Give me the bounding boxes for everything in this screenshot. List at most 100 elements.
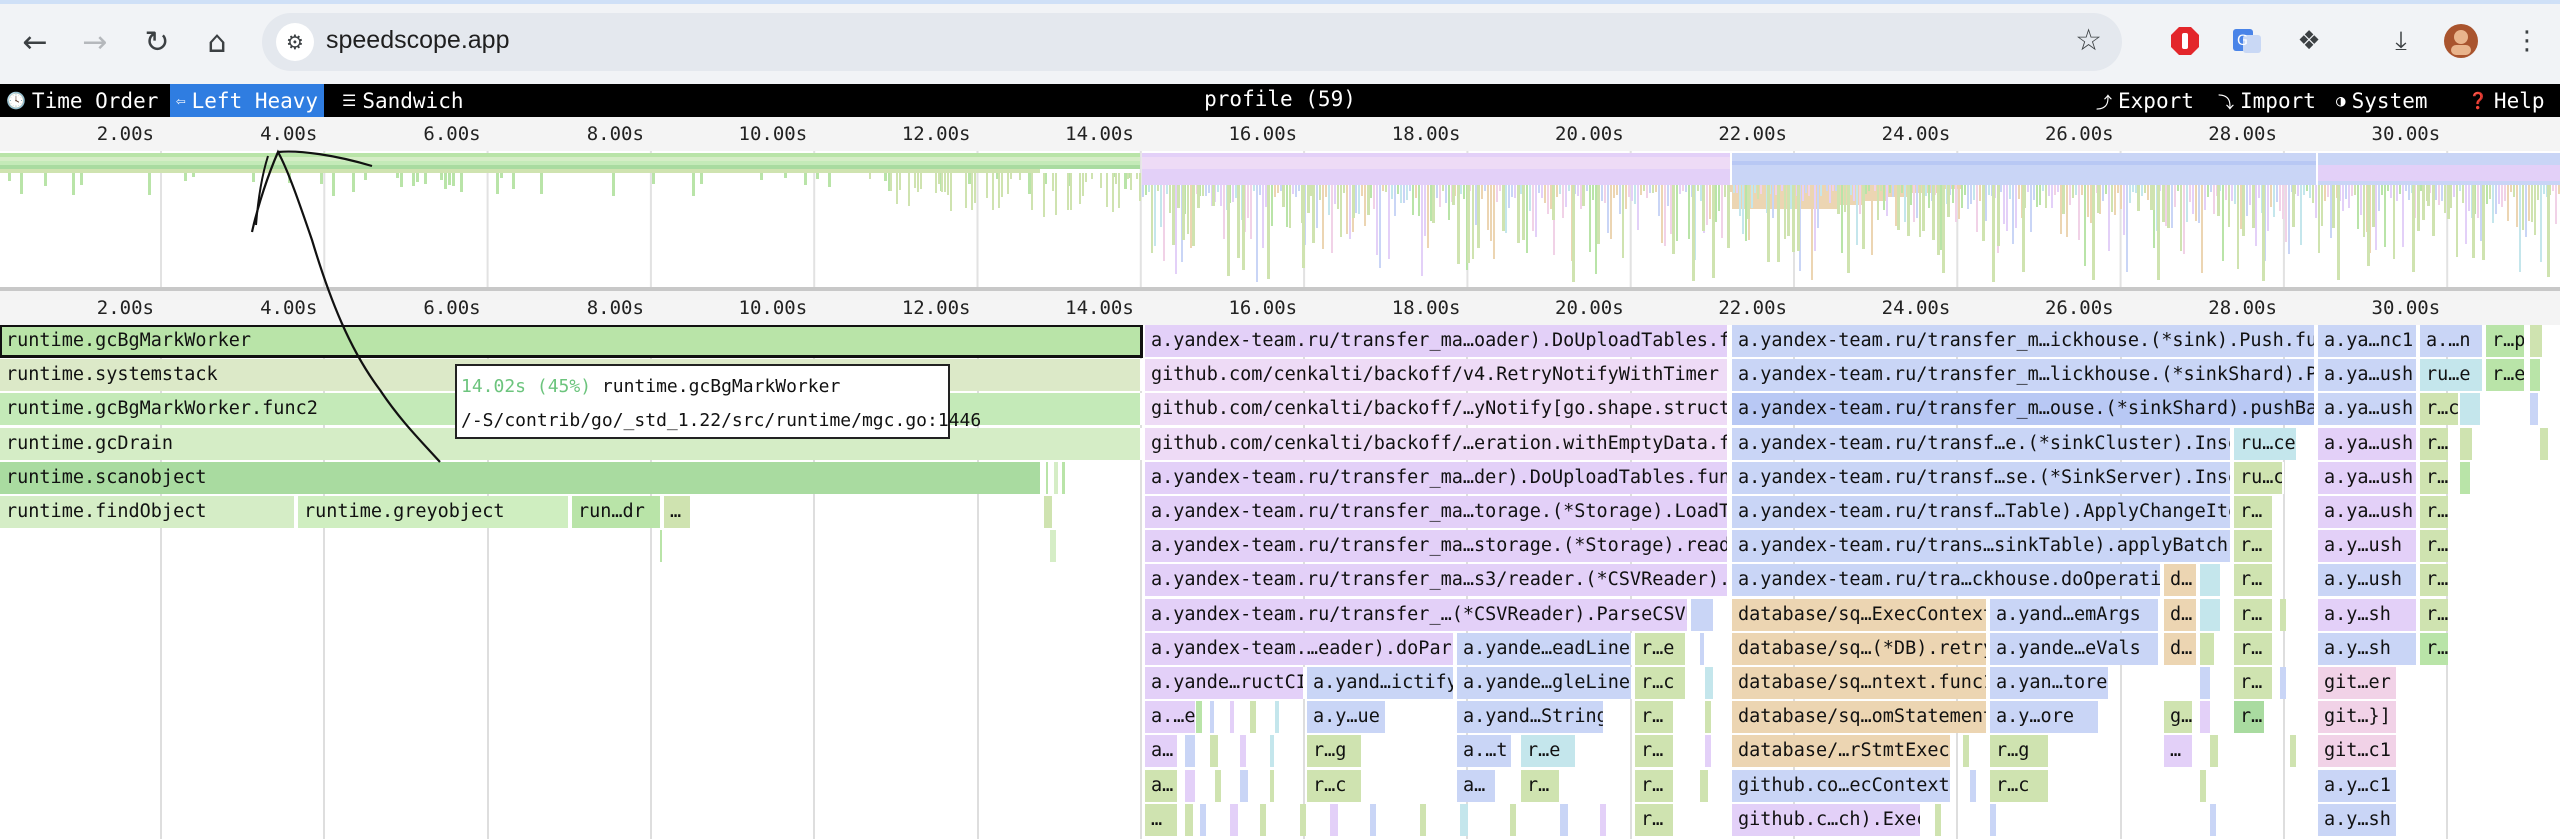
- flame-frame[interactable]: a.y…ush: [2318, 564, 2418, 596]
- flame-frame-small[interactable]: [1046, 462, 1048, 494]
- flame-frame[interactable]: a.yand…String: [1457, 701, 1605, 733]
- flame-frame[interactable]: a.yandex-team.ru/transf…Table).ApplyChan…: [1732, 496, 2232, 528]
- flame-frame-small[interactable]: [1300, 804, 1306, 836]
- flame-frame-small[interactable]: [2460, 393, 2480, 425]
- home-icon[interactable]: ⌂: [194, 19, 240, 65]
- flame-frame[interactable]: r…: [2234, 633, 2274, 665]
- flame-frame[interactable]: a.yand…ictify: [1307, 667, 1455, 699]
- flame-frame[interactable]: r…g: [1990, 735, 2050, 767]
- flame-frame-small[interactable]: [2200, 599, 2220, 631]
- flame-frame[interactable]: runtime.greyobject: [298, 496, 570, 528]
- tab-left-heavy[interactable]: ⇦ Left Heavy: [170, 84, 325, 117]
- flame-frame[interactable]: r…g: [1307, 735, 1363, 767]
- flame-frame[interactable]: a.yandex-team.ru/transfer_ma…s3/reader.(…: [1145, 564, 1729, 596]
- flame-frame-small[interactable]: [2200, 633, 2214, 665]
- flame-frame[interactable]: r…e: [1635, 633, 1687, 665]
- flame-frame[interactable]: r…c: [1307, 770, 1363, 802]
- flame-frame[interactable]: ru…ce: [2234, 428, 2298, 460]
- flame-frame-small[interactable]: [1240, 735, 1246, 767]
- reload-icon[interactable]: ↻: [134, 19, 180, 65]
- flame-frame[interactable]: a.ya…ush: [2318, 496, 2418, 528]
- flame-frame[interactable]: a.yandex-team.ru/trans…sinkTable).applyB…: [1732, 530, 2232, 562]
- flame-frame[interactable]: a.yandex-team.ru/transf…se.(*SinkServer)…: [1732, 462, 2232, 494]
- flame-frame[interactable]: r…p: [2486, 325, 2526, 357]
- flame-frame[interactable]: runtime.scanobject: [0, 462, 1042, 494]
- flamegraph[interactable]: runtime.gcBgMarkWorker a.yandex-team.ru/t…: [0, 325, 2560, 839]
- flame-frame[interactable]: r…: [2234, 564, 2274, 596]
- flame-frame[interactable]: a.yandex-team.…eader).doParse: [1145, 633, 1455, 665]
- puzzle-extensions-icon[interactable]: ❖: [2290, 22, 2328, 60]
- flame-frame[interactable]: git…er: [2318, 667, 2398, 699]
- flame-frame[interactable]: r…c: [1990, 770, 2050, 802]
- flame-frame[interactable]: [2200, 564, 2222, 596]
- flame-frame-small[interactable]: [1705, 701, 1711, 733]
- flame-frame-small[interactable]: [1230, 804, 1238, 836]
- flame-frame[interactable]: r…c: [2420, 393, 2460, 425]
- flame-frame[interactable]: a.ya…ush: [2318, 462, 2418, 494]
- flame-frame[interactable]: g…: [2164, 701, 2194, 733]
- import-button[interactable]: ⤵ Import: [2212, 84, 2322, 117]
- flame-frame[interactable]: a.…n: [2420, 325, 2484, 357]
- flame-frame-small[interactable]: [1185, 770, 1195, 802]
- flame-frame[interactable]: a.yande…eadLine: [1457, 633, 1633, 665]
- flame-frame[interactable]: r…: [2420, 599, 2450, 631]
- flame-frame-small[interactable]: [2540, 428, 2548, 460]
- flame-frame[interactable]: r…: [2420, 428, 2450, 460]
- back-arrow-icon[interactable]: ←: [12, 19, 58, 65]
- flame-frame[interactable]: r…: [2234, 496, 2274, 528]
- flame-frame-small[interactable]: [2210, 735, 2218, 767]
- flame-frame[interactable]: a.ya…nc1: [2318, 325, 2418, 357]
- flame-frame[interactable]: database/sq…ntext.func1: [1732, 667, 1988, 699]
- url-text[interactable]: speedscope.app: [326, 26, 509, 55]
- flame-frame-small[interactable]: [1200, 804, 1206, 836]
- flame-frame-small[interactable]: [1705, 667, 1713, 699]
- flame-frame[interactable]: run…dr: [572, 496, 662, 528]
- flame-frame[interactable]: a.y…sh: [2318, 599, 2418, 631]
- flame-frame-small[interactable]: [2460, 462, 2470, 494]
- flame-frame-small[interactable]: [1963, 735, 1969, 767]
- flame-frame[interactable]: r…: [1635, 701, 1675, 733]
- flame-frame-small[interactable]: [2280, 667, 2286, 699]
- flame-frame-small[interactable]: [1270, 735, 1274, 767]
- avatar[interactable]: [2442, 22, 2480, 60]
- flame-frame[interactable]: a.y…sh: [2318, 633, 2418, 665]
- flame-frame-small[interactable]: [1215, 770, 1221, 802]
- flame-frame-small[interactable]: [1420, 804, 1426, 836]
- flame-frame[interactable]: a.yandex-team.ru/transfer_m…ickhouse.(*s…: [1732, 325, 2316, 357]
- flame-frame-small[interactable]: [1510, 804, 1516, 836]
- flame-frame[interactable]: a.yand…emArgs: [1990, 599, 2160, 631]
- flame-frame[interactable]: a.yandex-team.ru/transfer_…(*CSVReader).…: [1145, 599, 1689, 631]
- flame-frame[interactable]: r…: [2420, 633, 2450, 665]
- flame-frame[interactable]: a.yandex-team.ru/transfer_ma…oader).DoUp…: [1145, 325, 1729, 357]
- flame-frame[interactable]: git…c1: [2318, 735, 2398, 767]
- system-theme-button[interactable]: ◑ System: [2330, 84, 2434, 117]
- forward-arrow-icon[interactable]: →: [72, 19, 118, 65]
- flame-frame-small[interactable]: [1460, 804, 1468, 836]
- flame-frame[interactable]: database/sq…(*DB).retry: [1732, 633, 1988, 665]
- flame-frame[interactable]: r…c: [1635, 667, 1687, 699]
- flame-frame-small[interactable]: [1970, 770, 1976, 802]
- flame-frame-small[interactable]: [1935, 804, 1941, 836]
- flame-frame-small[interactable]: [2530, 325, 2542, 357]
- flame-frame[interactable]: [1691, 599, 1715, 631]
- flame-frame[interactable]: a.y…c1: [2318, 770, 2398, 802]
- tab-time-order[interactable]: 🕓 Time Order: [0, 84, 164, 117]
- help-button[interactable]: ❓ Help: [2462, 84, 2551, 117]
- flame-frame[interactable]: r…e: [1521, 735, 1577, 767]
- flame-frame[interactable]: ru…e: [2420, 359, 2484, 391]
- flame-frame[interactable]: a…: [1145, 735, 1179, 767]
- flame-frame[interactable]: a.yandex-team.ru/transfer_m…lickhouse.(*…: [1732, 359, 2316, 391]
- flame-frame-small[interactable]: [2530, 393, 2538, 425]
- flame-frame-small[interactable]: [1210, 701, 1214, 733]
- flame-frame[interactable]: a.yande…gleLine: [1457, 667, 1633, 699]
- flame-frame[interactable]: github.co…ecContext: [1732, 770, 1952, 802]
- flame-frame-small[interactable]: [1990, 804, 1996, 836]
- site-info-icon[interactable]: ⚙: [276, 23, 314, 61]
- flame-frame[interactable]: a.y…sh: [2318, 804, 2398, 836]
- flame-frame[interactable]: d…: [2164, 599, 2198, 631]
- flame-frame-small[interactable]: [2200, 770, 2206, 802]
- flame-frame[interactable]: …: [2164, 735, 2194, 767]
- flame-frame[interactable]: d…: [2164, 564, 2198, 596]
- flame-frame[interactable]: r…: [1521, 770, 1561, 802]
- flame-frame[interactable]: a…: [1145, 770, 1179, 802]
